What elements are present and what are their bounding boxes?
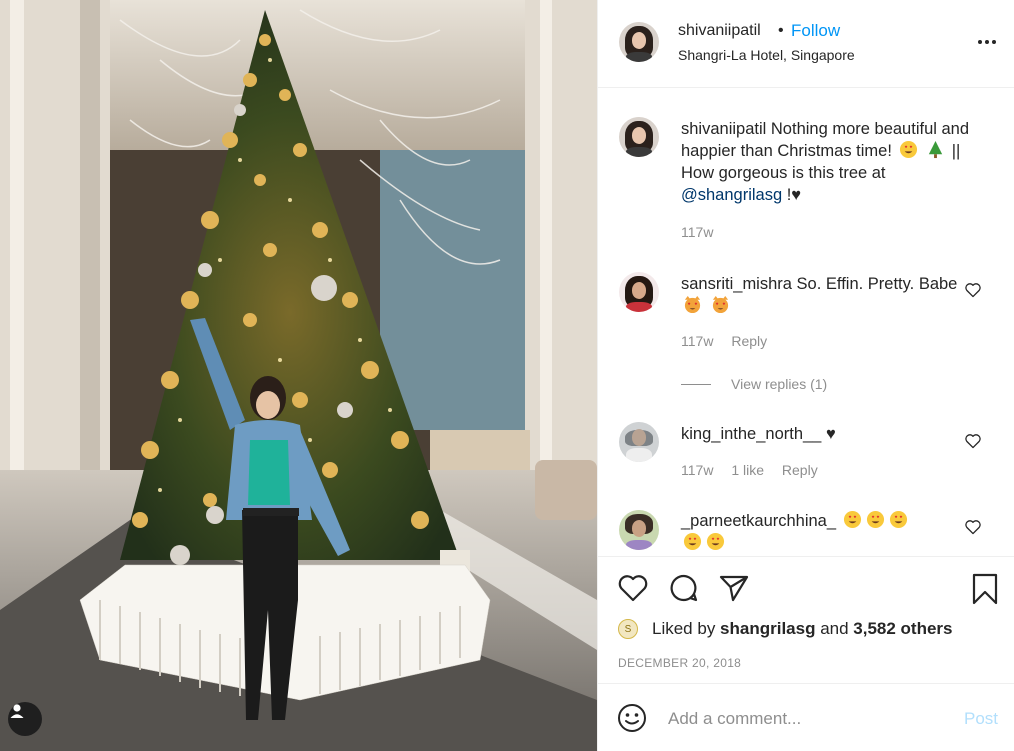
location-link[interactable]: Shangri-La Hotel, Singapore <box>678 47 855 63</box>
author-avatar[interactable] <box>619 22 659 62</box>
post-comment-button[interactable]: Post <box>964 709 998 729</box>
author-username[interactable]: shivaniipatil <box>678 22 761 40</box>
reply-button[interactable]: Reply <box>731 333 767 349</box>
liked-by-user[interactable]: shangrilasg <box>720 619 815 639</box>
heart-eyes-icon <box>866 510 884 529</box>
heart-eyes-icon <box>706 532 725 551</box>
caption-username[interactable]: shivaniipatil <box>681 120 766 138</box>
comment-meta: 117w Reply <box>681 333 781 349</box>
comment-text: sansriti_mishra So. Effin. Pretty. Babe <box>681 273 961 317</box>
post-side-panel: shivaniipatil • Follow Shangri-La Hotel,… <box>597 0 1014 751</box>
profile-button[interactable] <box>8 702 42 736</box>
like-comment-icon[interactable] <box>964 519 982 535</box>
comment-username[interactable]: _parneetkaurchhina_ <box>681 512 836 530</box>
comment-avatar[interactable] <box>619 272 659 312</box>
comment-time[interactable]: 117w <box>681 462 713 478</box>
heart-eyes-icon <box>683 532 702 551</box>
liked-by-prefix: Liked by <box>652 619 721 638</box>
separator-dot: • <box>778 22 784 39</box>
post-header: shivaniipatil • Follow Shangri-La Hotel,… <box>598 0 1014 88</box>
share-send-icon[interactable] <box>718 573 750 603</box>
comment-icon[interactable] <box>668 573 700 603</box>
comment-likes[interactable]: 1 like <box>731 462 764 478</box>
comment-avatar[interactable] <box>619 510 659 550</box>
caption-body-3: !♥ <box>782 186 802 204</box>
reply-button[interactable]: Reply <box>782 462 818 478</box>
replies-divider <box>681 384 711 385</box>
post-photo[interactable] <box>0 0 597 751</box>
comment-body: ♥ <box>825 425 836 443</box>
heart-eyes-icon <box>899 140 917 159</box>
comment-text: king_inthe_north__ ♥ <box>681 423 961 445</box>
more-horizontal-icon[interactable] <box>976 34 998 50</box>
liked-by-middle: and <box>815 619 854 638</box>
comment-username[interactable]: king_inthe_north__ <box>681 425 821 443</box>
comments-list[interactable]: shivaniipatil Nothing more beautiful and… <box>598 89 1014 555</box>
add-comment-bar: Post <box>598 685 1014 751</box>
liker-avatar[interactable]: S <box>618 619 638 639</box>
comment-meta: 117w 1 like Reply <box>681 462 832 478</box>
comment-text: _parneetkaurchhina_ <box>681 510 961 554</box>
bookmark-icon[interactable] <box>971 573 999 605</box>
comment-avatar[interactable] <box>619 422 659 462</box>
view-replies-button[interactable]: View replies (1) <box>731 376 841 392</box>
caption-meta: 117w <box>681 224 727 240</box>
heart-eyes-cat-icon <box>712 295 728 314</box>
comment-body: So. Effin. Pretty. Babe <box>796 275 958 293</box>
like-comment-icon[interactable] <box>964 282 982 298</box>
christmas-tree-icon <box>928 140 943 159</box>
caption-time[interactable]: 117w <box>681 224 713 240</box>
user-icon <box>10 704 24 718</box>
comment-username[interactable]: sansriti_mishra <box>681 275 792 293</box>
liked-by-summary: S Liked by shangrilasg and 3,582 others <box>618 619 953 639</box>
caption-text: shivaniipatil Nothing more beautiful and… <box>681 118 986 206</box>
caption-mention[interactable]: @shangrilasg <box>681 186 782 204</box>
like-comment-icon[interactable] <box>964 433 982 449</box>
comment-time[interactable]: 117w <box>681 333 713 349</box>
follow-button[interactable]: Follow <box>791 21 840 41</box>
like-heart-icon[interactable] <box>617 573 649 603</box>
emoji-picker-icon[interactable] <box>617 703 647 733</box>
heart-eyes-icon <box>889 510 907 529</box>
likes-count[interactable]: 3,582 others <box>853 619 952 639</box>
heart-eyes-icon <box>843 510 861 529</box>
heart-eyes-cat-icon <box>684 295 701 314</box>
caption-avatar[interactable] <box>619 117 659 157</box>
comment-input[interactable] <box>668 707 948 731</box>
christmas-tree-photo <box>0 0 597 751</box>
view-replies-label[interactable]: View replies (1) <box>731 376 827 392</box>
post-actions: S Liked by shangrilasg and 3,582 others … <box>598 556 1014 684</box>
post-date[interactable]: DECEMBER 20, 2018 <box>618 656 741 670</box>
